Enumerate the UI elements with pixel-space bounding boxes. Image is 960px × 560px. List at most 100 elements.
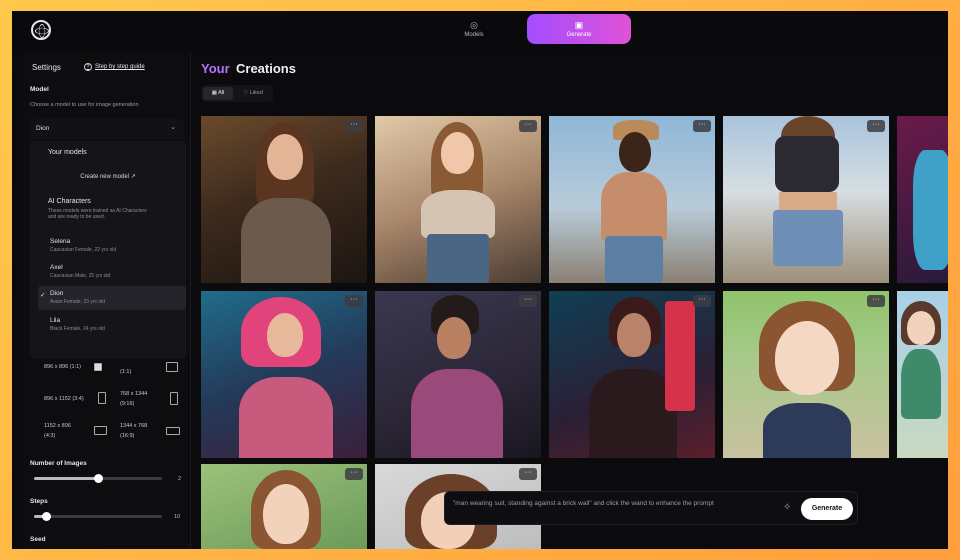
more-options-button[interactable]: ···: [693, 120, 711, 132]
creation-card[interactable]: ···: [201, 291, 367, 458]
tab-generate[interactable]: ▣ Generate: [527, 14, 631, 44]
character-option-dion[interactable]: ✓ Dion Asian Female, 23 yrs old: [38, 286, 186, 310]
image-skirt: [773, 210, 843, 266]
create-model-button[interactable]: Create new model ↗: [30, 173, 186, 180]
size-option-ratio-label: (4:3): [44, 433, 56, 439]
character-name: Selena: [50, 238, 71, 245]
prompt-bar: "man wearing suit, standing against a br…: [444, 491, 858, 525]
creation-card[interactable]: ···: [201, 116, 367, 283]
model-dropdown: Your models Create new model ↗ AI Charac…: [30, 141, 186, 359]
character-option-selena[interactable]: Selena Caucasian Female, 22 yrs old: [38, 234, 186, 258]
character-option-lila[interactable]: Lila Black Female, 24 yrs old: [38, 313, 186, 337]
image-face: [617, 313, 651, 357]
image-hair: [913, 150, 948, 270]
size-option-1152x896[interactable]: 1152 x 896: [44, 423, 71, 429]
wide-ratio-icon: [166, 427, 180, 435]
more-options-button[interactable]: ···: [345, 468, 363, 480]
character-description: Black Female, 24 yrs old: [50, 326, 105, 332]
image-body: [601, 172, 667, 242]
more-options-button[interactable]: ···: [867, 295, 885, 307]
image-neon-sign: [665, 301, 695, 411]
creation-card[interactable]: ···: [375, 116, 541, 283]
character-description: Caucasian Male, 25 yrs old: [50, 273, 111, 279]
image-jeans: [605, 236, 663, 283]
creation-card[interactable]: ···: [549, 116, 715, 283]
more-options-button[interactable]: ···: [519, 120, 537, 132]
more-options-button[interactable]: ···: [519, 468, 537, 480]
square-ratio-icon: [94, 363, 102, 371]
steps-slider[interactable]: [34, 515, 162, 518]
size-option-ratio-label: (9:16): [120, 401, 135, 407]
image-face: [441, 132, 474, 174]
image-face: [267, 313, 303, 357]
tall-ratio-icon: [170, 392, 178, 405]
image-top: [775, 136, 839, 192]
filter-liked-button[interactable]: ♡ Liked: [235, 87, 271, 100]
more-options-button[interactable]: ···: [345, 120, 363, 132]
seed-label: Seed: [30, 536, 46, 543]
settings-sidebar: Settings ? Step by step guide Model Choo…: [24, 53, 190, 549]
steps-value: 10: [174, 514, 181, 520]
character-name: Lila: [50, 317, 61, 324]
num-images-slider-fill: [34, 477, 98, 480]
num-images-value: 2: [178, 476, 182, 482]
more-options-button[interactable]: ···: [867, 120, 885, 132]
logo-icon[interactable]: [31, 20, 51, 40]
help-icon: ?: [84, 63, 92, 71]
image-body: [421, 190, 495, 238]
tab-models-label: Models: [464, 32, 484, 38]
check-icon: ✓: [40, 292, 46, 299]
creation-card[interactable]: ···: [375, 291, 541, 458]
ai-characters-description: These models were trained as AI Characte…: [48, 208, 147, 220]
your-models-heading: Your models: [48, 149, 87, 156]
size-option-896x896[interactable]: 896 x 896 (1:1): [44, 364, 81, 370]
size-option-896x1152[interactable]: 896 x 1152 (3:4): [44, 396, 84, 402]
more-options-button[interactable]: ···: [519, 295, 537, 307]
image-jacket: [589, 369, 677, 458]
image-body: [241, 198, 331, 283]
creation-card[interactable]: [897, 291, 948, 458]
top-bar: ◎ Models ▣ Generate: [12, 11, 948, 51]
model-hint: Choose a model to use for image generati…: [30, 102, 139, 108]
filter-liked-label: Liked: [249, 90, 263, 96]
more-options-button[interactable]: ···: [693, 295, 711, 307]
filter-all-button[interactable]: ▦ All: [203, 87, 233, 100]
image-icon: ▣: [574, 20, 584, 30]
character-option-axel[interactable]: Axel Caucasian Male, 25 yrs old: [38, 260, 186, 284]
creation-card[interactable]: ···: [723, 116, 889, 283]
page-title-creations: Creations: [236, 61, 296, 76]
tab-models[interactable]: ◎ Models: [422, 14, 526, 44]
app-window: ◎ Models ▣ Generate Settings ? Step by s…: [12, 11, 948, 549]
image-jeans: [427, 234, 489, 283]
magic-wand-icon[interactable]: ✧: [783, 502, 791, 513]
image-head: [619, 132, 651, 172]
steps-slider-thumb[interactable]: [42, 512, 52, 521]
prompt-input[interactable]: "man wearing suit, standing against a br…: [453, 499, 775, 509]
creation-card[interactable]: ···: [723, 291, 889, 458]
num-images-slider-thumb[interactable]: [93, 474, 103, 483]
external-link-icon: ↗: [130, 174, 136, 180]
size-option-768x1344[interactable]: 768 x 1344: [120, 391, 147, 397]
filter-all-label: All: [218, 90, 225, 96]
landscape-ratio-icon: [94, 426, 107, 435]
image-jacket: [411, 369, 503, 458]
size-option-1344x768[interactable]: 1344 x 768: [120, 423, 147, 429]
models-icon: ◎: [470, 20, 478, 30]
character-description: Asian Female, 23 yrs old: [50, 299, 106, 305]
steps-label: Steps: [30, 498, 48, 505]
more-options-button[interactable]: ···: [345, 295, 363, 307]
image-waist: [779, 192, 837, 212]
creation-card[interactable]: [897, 116, 948, 283]
settings-heading: Settings: [32, 63, 61, 72]
size-option-ratio-label: (16:9): [120, 433, 135, 439]
ai-characters-heading: AI Characters: [48, 198, 91, 205]
model-select[interactable]: Dion ⌄: [30, 119, 184, 139]
chevron-down-icon: ⌄: [170, 124, 176, 131]
creation-card[interactable]: ···: [201, 464, 367, 549]
guide-link[interactable]: ? Step by step guide: [84, 63, 145, 71]
tab-generate-label: Generate: [566, 32, 592, 38]
generate-button[interactable]: Generate: [801, 498, 853, 520]
character-name: Axel: [50, 264, 63, 271]
creation-card[interactable]: ···: [549, 291, 715, 458]
page-title-your: Your: [201, 61, 230, 76]
